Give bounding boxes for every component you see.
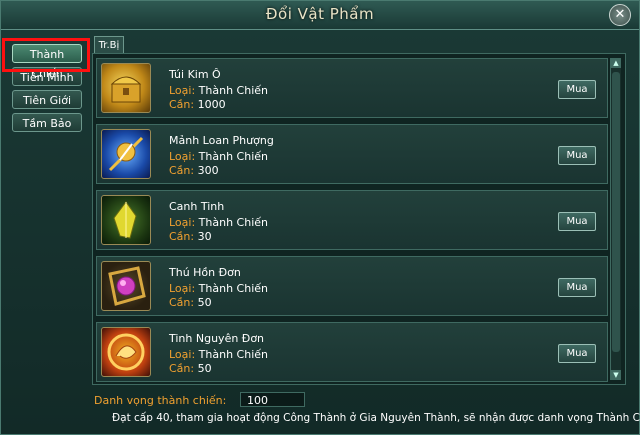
scroll-down-icon[interactable]: ▼: [611, 370, 621, 380]
cost-value: 50: [197, 362, 212, 375]
item-type: Loại: Thành Chiến: [169, 348, 268, 361]
buy-button[interactable]: Mua: [558, 80, 596, 99]
tab-equipment[interactable]: Tr.Bị: [94, 36, 124, 54]
cost-label: Cần:: [169, 296, 195, 309]
close-icon: ✕: [614, 7, 626, 22]
item-type: Loại: Thành Chiến: [169, 150, 268, 163]
type-label: Loại:: [169, 84, 196, 97]
type-value: Thành Chiến: [198, 282, 268, 295]
category-sidebar: Thành Chiến Tiên Minh Tiên Giới Tầm Bảo: [8, 36, 88, 416]
type-value: Thành Chiến: [198, 348, 268, 361]
scroll-up-icon[interactable]: ▲: [611, 58, 621, 68]
list-item: Túi Kim Ô Loại: Thành Chiến Cần: 1000 Mu…: [96, 58, 608, 118]
item-name: Tinh Nguyên Đơn: [169, 332, 265, 345]
green-crystal-icon[interactable]: [101, 195, 151, 245]
title-bar: Đổi Vật Phẩm ✕: [1, 1, 639, 30]
beast-soul-pill-icon[interactable]: [101, 261, 151, 311]
buy-button[interactable]: Mua: [558, 212, 596, 231]
cost-label: Cần:: [169, 362, 195, 375]
cost-value: 30: [197, 230, 212, 243]
window-title: Đổi Vật Phẩm: [265, 5, 375, 23]
buy-button[interactable]: Mua: [558, 278, 596, 297]
cost-value: 50: [197, 296, 212, 309]
gold-chest-icon[interactable]: [101, 63, 151, 113]
reputation-label: Danh vọng thành chiến:: [94, 394, 227, 407]
type-value: Thành Chiến: [198, 84, 268, 97]
item-name: Mảnh Loan Phượng: [169, 134, 274, 147]
item-type: Loại: Thành Chiến: [169, 282, 268, 295]
sidebar-item-thanh-chien[interactable]: Thành Chiến: [12, 44, 82, 80]
item-type: Loại: Thành Chiến: [169, 216, 268, 229]
type-label: Loại:: [169, 150, 196, 163]
type-label: Loại:: [169, 216, 196, 229]
type-label: Loại:: [169, 282, 196, 295]
cost-value: 300: [197, 164, 219, 177]
type-value: Thành Chiến: [198, 216, 268, 229]
item-cost: Cần: 30: [169, 230, 212, 243]
buy-button[interactable]: Mua: [558, 344, 596, 363]
phoenix-fragment-icon[interactable]: [101, 129, 151, 179]
sidebar-item-tam-bao[interactable]: Tầm Bảo: [12, 113, 82, 132]
essence-orb-icon[interactable]: [101, 327, 151, 377]
buy-button[interactable]: Mua: [558, 146, 596, 165]
item-list-scrollbar[interactable]: ▲ ▼: [610, 58, 621, 380]
list-item: Mảnh Loan Phượng Loại: Thành Chiến Cần: …: [96, 124, 608, 184]
sidebar-item-tien-gioi[interactable]: Tiên Giới: [12, 90, 82, 109]
close-button[interactable]: ✕: [609, 4, 631, 26]
type-label: Loại:: [169, 348, 196, 361]
list-item: Tinh Nguyên Đơn Loại: Thành Chiến Cần: 5…: [96, 322, 608, 382]
cost-value: 1000: [197, 98, 226, 111]
item-cost: Cần: 50: [169, 362, 212, 375]
list-item: Thú Hồn Đơn Loại: Thành Chiến Cần: 50 Mu…: [96, 256, 608, 316]
item-type: Loại: Thành Chiến: [169, 84, 268, 97]
item-cost: Cần: 300: [169, 164, 219, 177]
list-item: Canh Tinh Loại: Thành Chiến Cần: 30 Mua: [96, 190, 608, 250]
sidebar-item-tien-minh[interactable]: Tiên Minh: [12, 67, 82, 86]
scroll-thumb[interactable]: [612, 72, 620, 352]
footer-hint: Đạt cấp 40, tham gia hoạt động Công Thàn…: [112, 412, 640, 424]
cost-label: Cần:: [169, 98, 195, 111]
cost-label: Cần:: [169, 164, 195, 177]
cost-label: Cần:: [169, 230, 195, 243]
item-cost: Cần: 50: [169, 296, 212, 309]
item-name: Canh Tinh: [169, 200, 225, 213]
item-name: Túi Kim Ô: [169, 68, 221, 81]
reputation-value: 100: [240, 392, 305, 407]
item-cost: Cần: 1000: [169, 98, 226, 111]
item-name: Thú Hồn Đơn: [169, 266, 241, 279]
type-value: Thành Chiến: [198, 150, 268, 163]
